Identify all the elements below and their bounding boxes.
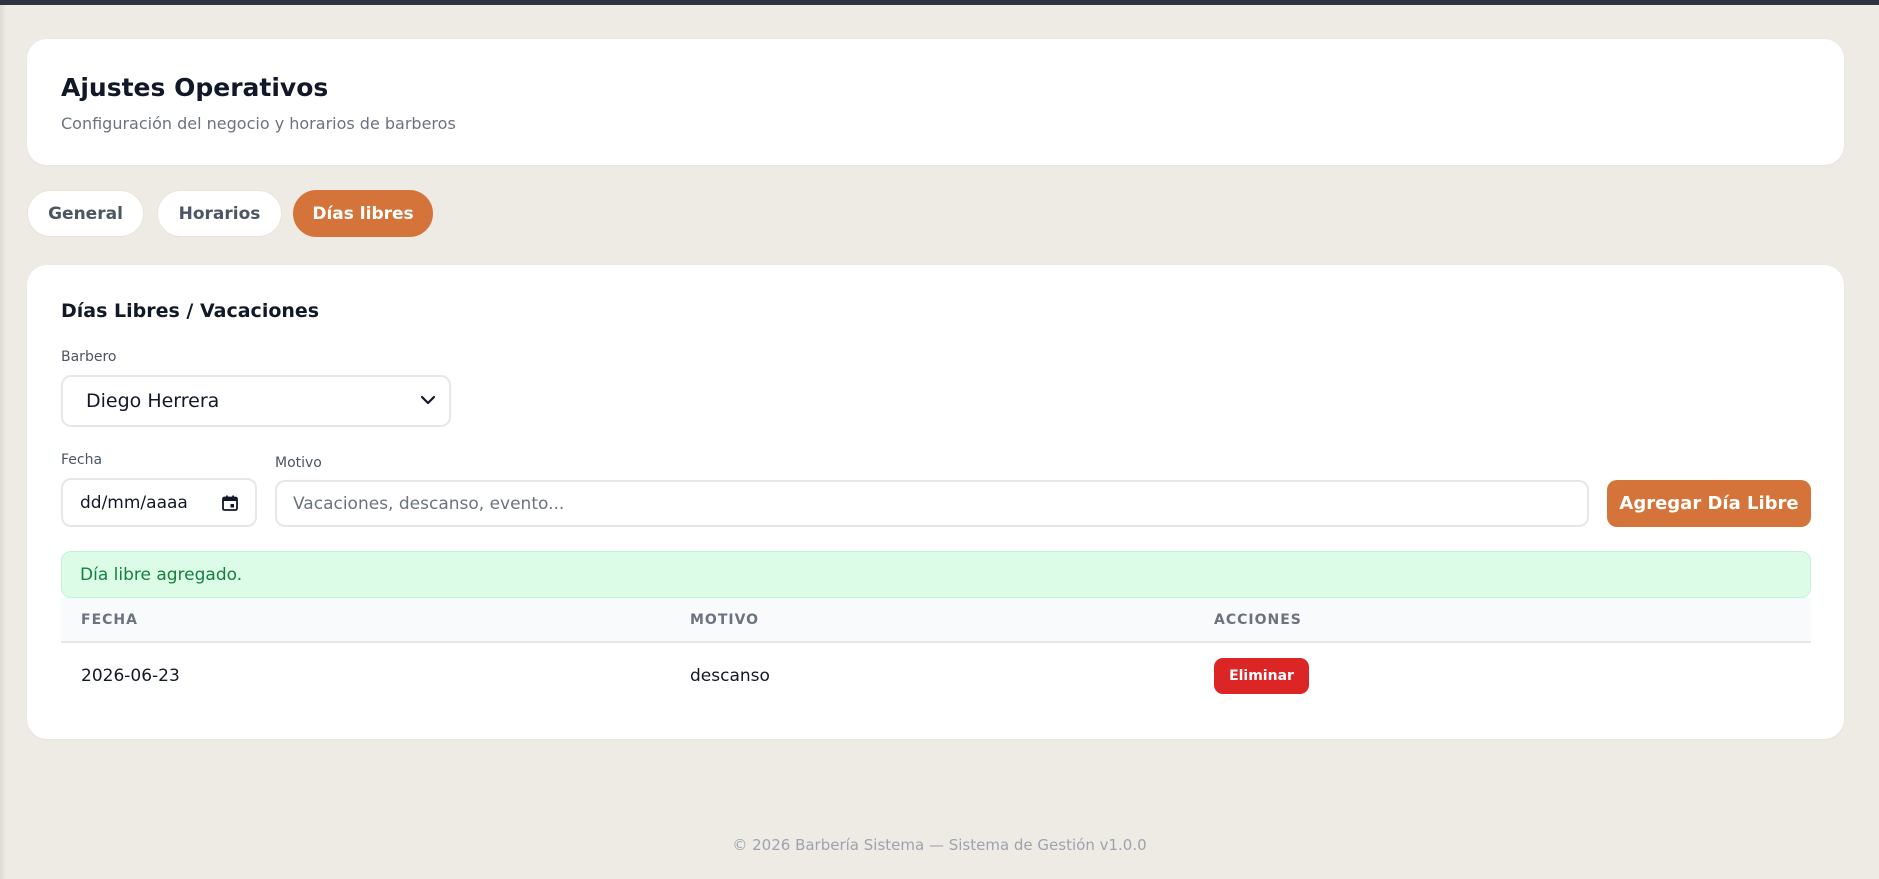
page-header-card: Ajustes Operativos Configuración del neg… [27,39,1844,165]
add-day-off-button[interactable]: Agregar Día Libre [1607,480,1811,527]
column-header-fecha: FECHA [81,611,138,628]
calendar-icon[interactable] [221,494,239,512]
barber-select[interactable]: Diego Herrera [61,375,451,427]
tab-dias-libres[interactable]: Días libres [293,190,433,237]
date-input[interactable]: dd/mm/aaaa [61,478,257,527]
barber-select-value: Diego Herrera [86,390,220,412]
page-title: Ajustes Operativos [61,73,329,102]
date-label: Fecha [61,452,103,468]
top-bar [0,0,1879,5]
reason-input[interactable]: Vacaciones, descanso, evento... [275,480,1589,527]
barber-label: Barbero [61,349,117,365]
section-title: Días Libres / Vacaciones [61,300,320,322]
page-subtitle: Configuración del negocio y horarios de … [61,114,456,133]
footer-text: © 2026 Barbería Sistema — Sistema de Ges… [732,836,1147,854]
success-alert: Día libre agregado. [61,551,1811,598]
table-header: FECHA MOTIVO ACCIONES [61,598,1811,643]
reason-placeholder: Vacaciones, descanso, evento... [293,493,565,514]
reason-label: Motivo [275,455,322,471]
column-header-acciones: ACCIONES [1214,611,1302,628]
chevron-down-icon [420,395,436,405]
table-row: 2026-06-23 descanso Eliminar [61,643,1811,709]
column-header-motivo: MOTIVO [690,611,760,628]
tab-horarios[interactable]: Horarios [157,190,282,237]
cell-motivo: descanso [690,666,770,686]
cell-fecha: 2026-06-23 [81,666,180,686]
delete-button[interactable]: Eliminar [1214,658,1309,694]
left-edge-shadow [0,5,6,879]
date-placeholder: dd/mm/aaaa [80,492,188,513]
tab-general[interactable]: General [27,190,144,237]
days-off-card: Días Libres / Vacaciones Barbero Diego H… [27,265,1844,739]
